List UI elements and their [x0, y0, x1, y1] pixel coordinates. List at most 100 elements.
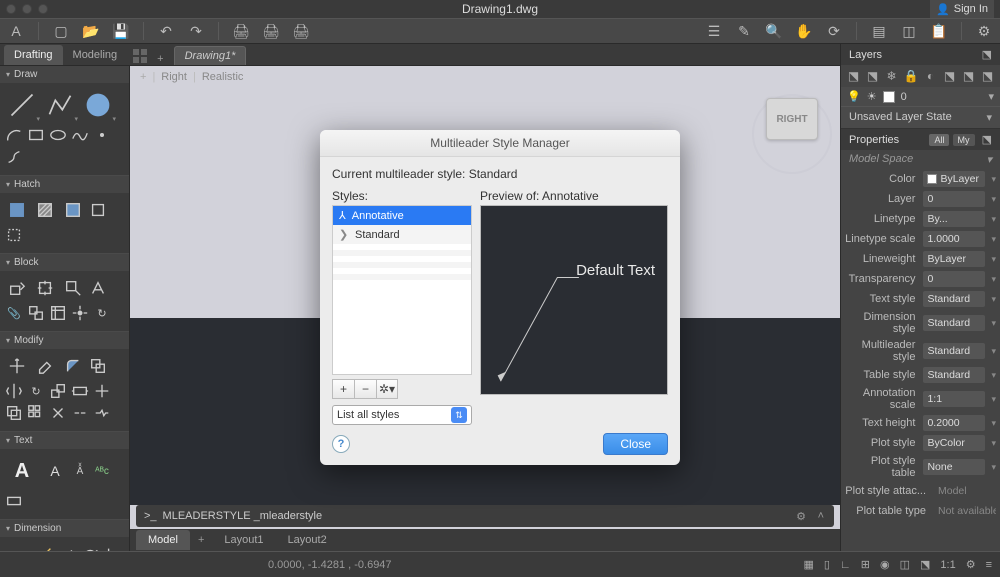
customization-icon[interactable]: ≡ [986, 559, 992, 571]
viewport-menu-icon[interactable]: + [140, 71, 146, 83]
grid-toggle-icon[interactable]: ▯ [824, 558, 830, 571]
chevron-down-icon[interactable]: ▾ [991, 194, 996, 205]
region-tool-icon[interactable] [88, 200, 108, 220]
command-history-icon[interactable]: ˄ [818, 510, 824, 522]
orbit-icon[interactable]: ⟳ [826, 23, 842, 39]
fillet-tool-icon[interactable] [60, 353, 86, 379]
add-tab-icon[interactable]: + [153, 53, 167, 65]
ortho-toggle-icon[interactable]: ⊞ [861, 558, 870, 571]
helix-tool-icon[interactable] [4, 147, 24, 167]
redo-icon[interactable]: ↷ [188, 23, 204, 39]
chevron-down-icon[interactable]: ▾ [991, 346, 996, 357]
close-window-icon[interactable] [6, 4, 16, 14]
tab-drafting[interactable]: Drafting [4, 45, 63, 65]
create-block-icon[interactable] [32, 275, 58, 301]
property-value[interactable]: 0 [923, 191, 985, 207]
layer-color-swatch[interactable] [883, 91, 895, 103]
gradient-tool-icon[interactable] [32, 197, 58, 223]
wipeout-tool-icon[interactable] [4, 225, 24, 245]
layer-state-dropdown[interactable]: Unsaved Layer State ▾ [841, 106, 1000, 129]
styles-list[interactable]: ⅄ Annotative ❯ Standard [332, 205, 472, 375]
chevron-down-icon[interactable]: ▾ [991, 438, 996, 449]
model-space-toggle-icon[interactable]: ▦ [804, 558, 814, 571]
linear-dim-icon[interactable] [4, 541, 30, 551]
block-editor-icon[interactable] [60, 275, 86, 301]
viewport-controls[interactable]: + | Right | Realistic [130, 66, 840, 88]
grid-view-icon[interactable] [131, 47, 149, 65]
panel-header-draw[interactable]: Draw [0, 66, 129, 83]
layer-iso-icon[interactable]: ⬔ [943, 69, 956, 83]
sync-icon[interactable]: ↻ [92, 303, 112, 323]
circle-tool-icon[interactable]: ▾ [80, 87, 116, 123]
field-tool-icon[interactable] [4, 491, 24, 511]
viewport-view-label[interactable]: Right [161, 71, 187, 83]
property-value[interactable]: Standard [923, 291, 985, 307]
panel-header-text[interactable]: Text [0, 432, 129, 449]
array-tool-icon[interactable] [26, 403, 46, 423]
mtext-tool-icon[interactable]: A [4, 453, 40, 489]
chevron-down-icon[interactable]: ▾ [991, 274, 996, 285]
text-tool-icon[interactable]: A [42, 458, 68, 484]
properties-menu-icon[interactable]: ⬔ [982, 134, 992, 146]
scale-tool-icon[interactable] [48, 381, 68, 401]
layer-lock-icon[interactable]: 🔒 [904, 69, 918, 83]
property-value[interactable]: By... [923, 211, 985, 227]
osnap-toggle-icon[interactable]: ◫ [900, 558, 910, 571]
pan-icon[interactable]: ✋ [796, 23, 812, 39]
block-icon[interactable]: ◫ [901, 23, 917, 39]
properties-context[interactable]: Model Space▾ [841, 150, 1000, 169]
layer-prev-icon[interactable]: ⬔ [962, 69, 975, 83]
chevron-down-icon[interactable]: ▾ [991, 254, 996, 265]
batch-print-icon[interactable]: 🖨 [263, 23, 279, 39]
panel-header-block[interactable]: Block [0, 254, 129, 271]
attach-icon[interactable]: 📎 [4, 303, 24, 323]
property-value[interactable]: ByLayer [923, 171, 985, 187]
undo-icon[interactable]: ↶ [158, 23, 174, 39]
layer-freeze-icon[interactable]: ❄ [885, 69, 898, 83]
tool-icon[interactable]: ✎ [736, 23, 752, 39]
panel-header-modify[interactable]: Modify [0, 332, 129, 349]
spline-tool-icon[interactable] [70, 125, 90, 145]
panel-header-dimension[interactable]: Dimension [0, 520, 129, 537]
style-filter-select[interactable]: List all styles ⇅ [332, 405, 472, 425]
base-icon[interactable] [70, 303, 90, 323]
chevron-down-icon[interactable]: ▾ [991, 318, 996, 329]
new-icon[interactable]: ▢ [53, 23, 69, 39]
paste-icon[interactable]: 📋 [931, 23, 947, 39]
style-row-annotative[interactable]: ⅄ Annotative [333, 206, 471, 225]
rect-tool-icon[interactable] [26, 125, 46, 145]
point-tool-icon[interactable] [92, 125, 112, 145]
remove-style-button[interactable]: − [354, 379, 376, 399]
command-settings-icon[interactable]: ⚙ [796, 510, 806, 523]
insert-block-icon[interactable] [4, 275, 30, 301]
command-line[interactable]: >_ MLEADERSTYLE _mleaderstyle ⚙ ˄ [136, 505, 834, 527]
help-button[interactable]: ? [332, 435, 350, 453]
chevron-down-icon[interactable]: ▾ [991, 174, 996, 185]
traffic-lights[interactable] [6, 4, 48, 14]
attribute-icon[interactable] [88, 278, 108, 298]
polar-toggle-icon[interactable]: ◉ [880, 558, 890, 571]
radius-dim-icon[interactable] [82, 544, 102, 551]
stretch-tool-icon[interactable] [70, 381, 90, 401]
plot-preview-icon[interactable]: 🖨 [293, 23, 309, 39]
property-value[interactable]: None [923, 459, 985, 475]
search-icon[interactable]: 🔍 [766, 23, 782, 39]
property-value[interactable]: Standard [923, 343, 985, 359]
add-style-button[interactable]: + [332, 379, 354, 399]
sign-in-button[interactable]: 👤 Sign In [930, 0, 994, 18]
layout-tab-model[interactable]: Model [136, 530, 190, 550]
arc-tool-icon[interactable] [4, 125, 24, 145]
ellipse-tool-icon[interactable] [48, 125, 68, 145]
style-row-standard[interactable]: ❯ Standard [333, 225, 471, 244]
layers-menu-icon[interactable]: ⬔ [982, 48, 992, 61]
properties-toggle-icon[interactable]: ☰ [706, 23, 722, 39]
annotation-scale-icon[interactable]: ⬔ [920, 558, 930, 571]
chevron-down-icon[interactable]: ▾ [991, 394, 996, 405]
polyline-tool-icon[interactable]: ▾ [42, 87, 78, 123]
property-value[interactable]: Standard [923, 367, 985, 383]
viewport-style-label[interactable]: Realistic [202, 71, 244, 83]
tab-modeling[interactable]: Modeling [63, 45, 128, 65]
open-icon[interactable]: 📂 [83, 23, 99, 39]
layer-filter-icon[interactable]: ⬔ [847, 69, 860, 83]
layer-match-icon[interactable]: ⬔ [981, 69, 994, 83]
